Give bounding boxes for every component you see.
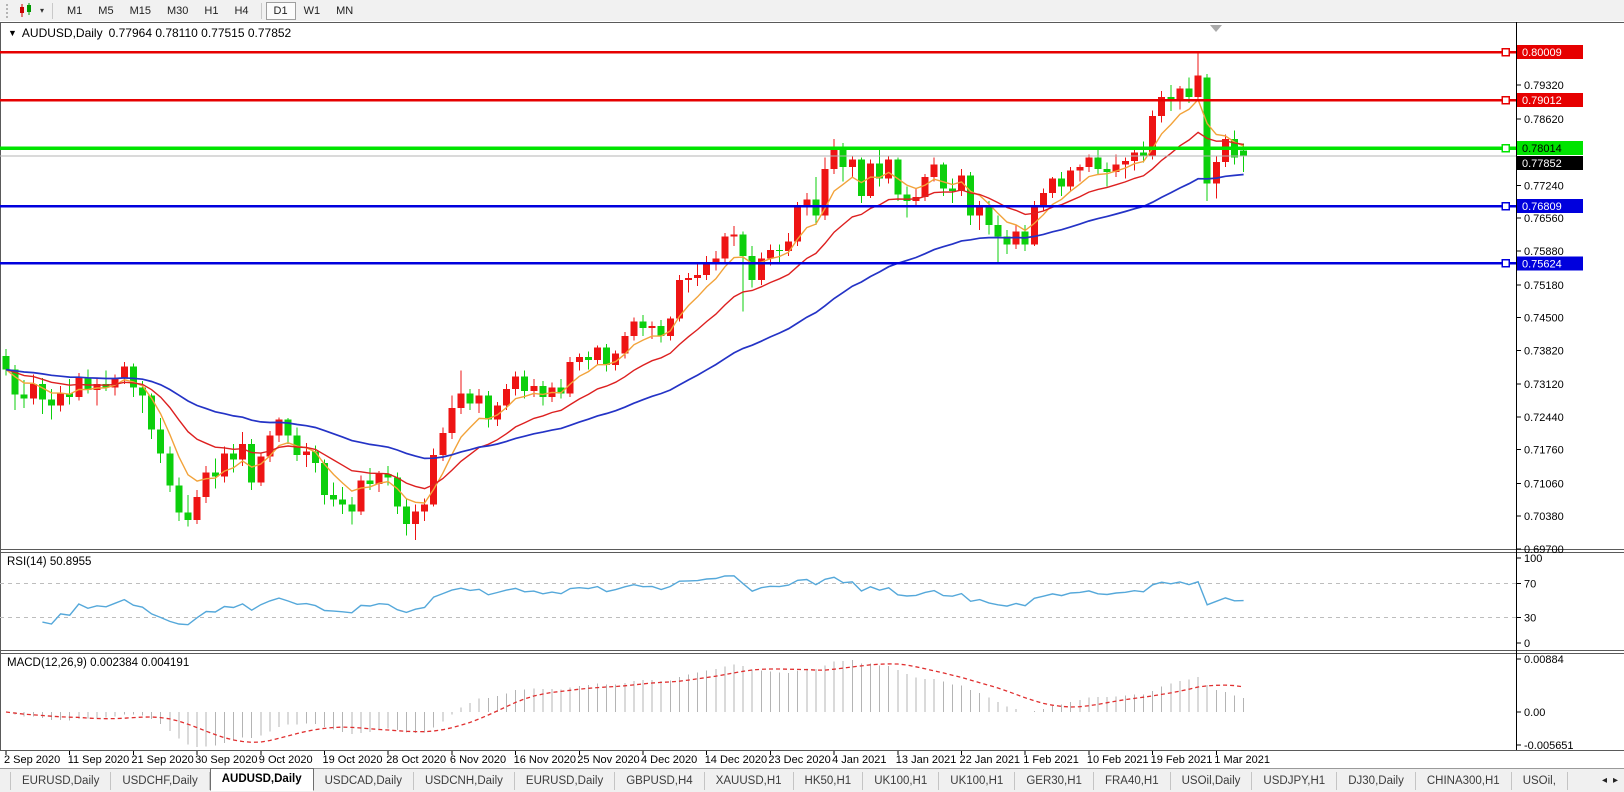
time-axis-tick-label: 10 Feb 2021	[1087, 754, 1149, 766]
price-axis-tick-label: 0.73820	[1524, 345, 1564, 357]
price-axis-tick-label: 0.75180	[1524, 280, 1564, 292]
chart-tab-usdcnh-daily[interactable]: USDCNH,Daily	[414, 772, 515, 790]
time-axis-tick-label: 4 Dec 2020	[641, 754, 697, 766]
timeframe-button-H1[interactable]: H1	[196, 2, 226, 20]
time-axis-tick-label: 28 Oct 2020	[386, 754, 446, 766]
candlestick-chart-tool-icon[interactable]	[18, 3, 36, 18]
svg-text:0.78014: 0.78014	[1522, 143, 1562, 155]
timeframe-button-M15[interactable]: M15	[122, 2, 159, 20]
time-axis-tick-label: 23 Dec 2020	[768, 754, 830, 766]
time-axis-tick-label: 9 Oct 2020	[259, 754, 313, 766]
chart-tab-usdjpy-h1[interactable]: USDJPY,H1	[1252, 772, 1337, 790]
timeframe-button-D1[interactable]: D1	[266, 2, 296, 20]
tab-scroll-left-button[interactable]: ◂	[1602, 775, 1607, 786]
price-axis-tick-label: 0.70380	[1524, 511, 1564, 523]
price-axis-tick-label: 0.79320	[1524, 80, 1564, 92]
current-price-badge: 0.77852	[1517, 156, 1583, 170]
time-axis-tick-label: 2 Sep 2020	[4, 754, 60, 766]
chart-tab-fra40-h1[interactable]: FRA40,H1	[1094, 772, 1171, 790]
time-axis-tick-label: 25 Nov 2020	[577, 754, 639, 766]
time-axis-tick-label: 19 Feb 2021	[1151, 754, 1213, 766]
time-axis-tick-label: 19 Oct 2020	[323, 754, 383, 766]
price-chart-svg[interactable]: 0.79320 0.78620 0.77240 0.76560 0.75880 0.751…	[0, 21, 1624, 768]
line-handle-icon[interactable]	[1502, 203, 1509, 210]
chart-tab-uk100-h1[interactable]: UK100,H1	[939, 772, 1015, 790]
price-axis-tick-label: 0.72440	[1524, 412, 1564, 424]
chart-tab-eurusd-daily[interactable]: EURUSD,Daily	[10, 772, 111, 790]
price-badge-0.76809: 0.76809	[1517, 199, 1583, 213]
time-axis-tick-label: 13 Jan 2021	[896, 754, 957, 766]
line-handle-icon[interactable]	[1502, 49, 1509, 56]
time-axis-tick-label: 1 Feb 2021	[1023, 754, 1079, 766]
tab-scroll-right-button[interactable]: ▸	[1613, 775, 1618, 786]
chart-tab-audusd-daily[interactable]: AUDUSD,Daily	[210, 768, 314, 791]
price-axis-tick-label: 0.77240	[1524, 180, 1564, 192]
svg-text:0.79012: 0.79012	[1522, 95, 1562, 107]
rsi-axis-label: 70	[1524, 579, 1536, 591]
time-axis-tick-label: 21 Sep 2020	[131, 754, 193, 766]
line-handle-icon[interactable]	[1502, 97, 1509, 104]
chart-tab-usoil[interactable]: USOil,	[1512, 772, 1568, 790]
chevron-down-icon[interactable]: ▾	[40, 6, 44, 15]
price-badge-0.80009: 0.80009	[1517, 45, 1583, 59]
time-axis-tick-label: 11 Sep 2020	[68, 754, 130, 766]
svg-text:0.80009: 0.80009	[1522, 47, 1562, 59]
timeframe-button-W1[interactable]: W1	[296, 2, 329, 20]
timeframe-button-M30[interactable]: M30	[159, 2, 196, 20]
price-axis-tick-label: 0.71060	[1524, 478, 1564, 490]
time-axis-tick-label: 22 Jan 2021	[960, 754, 1021, 766]
toolbar-separator	[261, 3, 262, 19]
price-axis-tick-label: 0.74500	[1524, 313, 1564, 325]
price-axis-tick-label: 0.71760	[1524, 445, 1564, 457]
price-badge-0.79012: 0.79012	[1517, 93, 1583, 107]
chart-tab-bar: EURUSD,DailyUSDCHF,DailyAUDUSD,DailyUSDC…	[0, 768, 1624, 792]
svg-text:0.76809: 0.76809	[1522, 201, 1562, 213]
price-axis-tick-label: 0.78620	[1524, 114, 1564, 126]
timeframe-button-group: M1M5M15M30H1H4 D1W1MN	[59, 2, 361, 20]
chart-tab-xauusd-h1[interactable]: XAUUSD,H1	[705, 772, 794, 790]
rsi-axis-label: 30	[1524, 613, 1536, 625]
chart-tab-eurusd-daily[interactable]: EURUSD,Daily	[515, 772, 615, 790]
chart-tab-usdcad-daily[interactable]: USDCAD,Daily	[314, 772, 414, 790]
line-handle-icon[interactable]	[1502, 260, 1509, 267]
time-axis-tick-label: 4 Jan 2021	[832, 754, 886, 766]
time-axis-tick-label: 16 Nov 2020	[514, 754, 576, 766]
svg-text:0.77852: 0.77852	[1522, 158, 1562, 170]
chart-tab-uk100-h1[interactable]: UK100,H1	[863, 772, 939, 790]
price-axis-tick-label: 0.73120	[1524, 379, 1564, 391]
chart-tab-usdchf-daily[interactable]: USDCHF,Daily	[111, 772, 209, 790]
macd-axis-label: 0.00	[1524, 707, 1545, 719]
time-axis-tick-label: 14 Dec 2020	[705, 754, 767, 766]
top-toolbar: ▾ M1M5M15M30H1H4 D1W1MN	[0, 0, 1624, 22]
timeframe-button-M5[interactable]: M5	[90, 2, 121, 20]
line-handle-icon[interactable]	[1502, 145, 1509, 152]
chart-tab-ger30-h1[interactable]: GER30,H1	[1015, 772, 1094, 790]
price-badge-0.75624: 0.75624	[1517, 256, 1583, 270]
chart-tab-dj30-daily[interactable]: DJ30,Daily	[1337, 772, 1416, 790]
rsi-axis-label: 100	[1524, 553, 1542, 565]
tab-scroll-arrows: ◂▸	[1602, 775, 1624, 786]
time-axis-tick-label: 6 Nov 2020	[450, 754, 506, 766]
svg-text:0.75624: 0.75624	[1522, 258, 1562, 270]
price-badge-0.78014: 0.78014	[1517, 141, 1583, 155]
chart-window[interactable]: 0.79320 0.78620 0.77240 0.76560 0.75880 0.751…	[0, 21, 1624, 768]
chart-tab-gbpusd-h4[interactable]: GBPUSD,H4	[615, 772, 704, 790]
price-axis-tick-label: 0.76560	[1524, 213, 1564, 225]
toolbar-grip[interactable]	[6, 4, 12, 18]
chart-tab-china300-h1[interactable]: CHINA300,H1	[1416, 772, 1512, 790]
time-axis-tick-label: 1 Mar 2021	[1214, 754, 1270, 766]
rsi-axis-label: 0	[1524, 638, 1530, 650]
timeframe-button-MN[interactable]: MN	[328, 2, 361, 20]
chart-tab-usoil-daily[interactable]: USOil,Daily	[1171, 772, 1253, 790]
price-axis-tick-label: 0.75880	[1524, 246, 1564, 258]
timeframe-button-M1[interactable]: M1	[59, 2, 90, 20]
timeframe-button-H4[interactable]: H4	[226, 2, 256, 20]
toolbar-separator	[52, 3, 53, 19]
macd-axis-label: -0.005651	[1524, 740, 1574, 752]
time-axis-tick-label: 30 Sep 2020	[195, 754, 257, 766]
macd-axis-label: 0.00884	[1524, 654, 1564, 666]
chart-tab-hk50-h1[interactable]: HK50,H1	[794, 772, 864, 790]
